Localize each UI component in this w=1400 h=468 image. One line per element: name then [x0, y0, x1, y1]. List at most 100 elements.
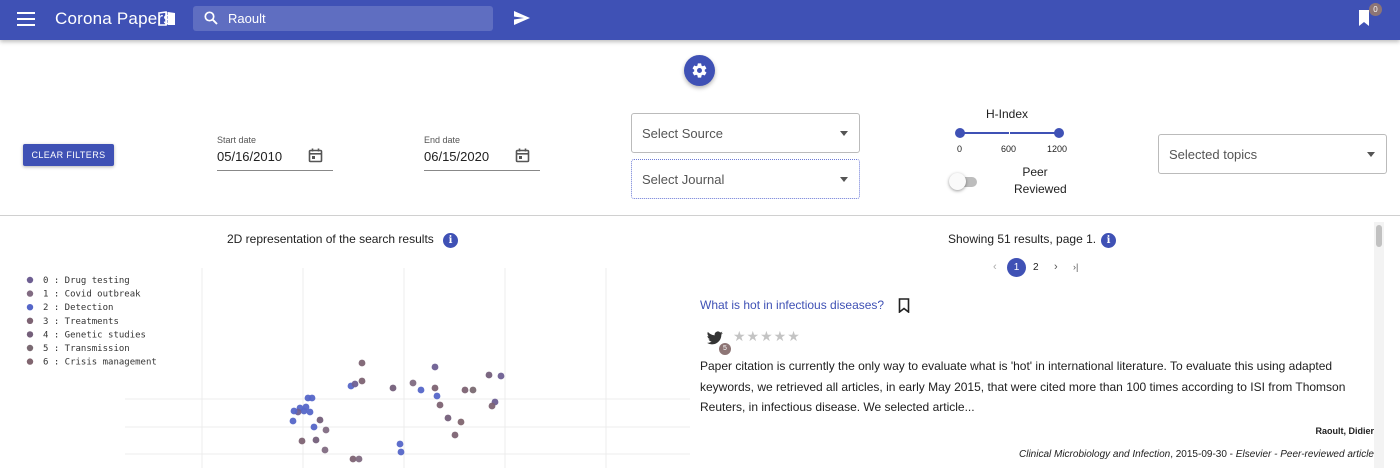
scatter-point[interactable]	[397, 448, 405, 456]
send-icon[interactable]	[513, 10, 531, 26]
legend-marker	[26, 358, 34, 365]
peer-label-line1: Peer	[1022, 165, 1048, 179]
scatter-point[interactable]	[316, 416, 324, 424]
legend-marker	[26, 317, 34, 324]
tweet-count-badge: 5	[719, 343, 731, 355]
scatter-point[interactable]	[322, 426, 330, 434]
hindex-min-handle[interactable]	[955, 128, 965, 138]
scatter-chart[interactable]: 0 : Drug testing 1 : Covid outbreak 2 : De…	[0, 262, 690, 468]
legend-label: 1 : Covid outbreak	[43, 290, 141, 300]
dropdown-arrow-icon	[1367, 152, 1375, 157]
topics-select[interactable]: Selected topics	[1158, 134, 1387, 174]
scatter-point[interactable]	[321, 446, 329, 454]
chart-title: 2D representation of the search results	[227, 232, 434, 246]
peer-reviewed-label: Peer Reviewed	[1014, 164, 1067, 198]
start-date-value: 05/16/2010	[217, 149, 283, 164]
scatter-point[interactable]	[308, 394, 316, 402]
calendar-icon[interactable]	[308, 148, 323, 163]
article-abstract: Paper citation is currently the only way…	[700, 359, 1346, 414]
legend-marker	[26, 276, 34, 284]
next-page-button[interactable]: ›	[1054, 261, 1058, 273]
results-info-icon[interactable]: i	[1101, 233, 1116, 248]
results-scrollbar[interactable]	[1374, 222, 1384, 468]
end-date-field[interactable]: End date 06/15/2020	[424, 135, 540, 171]
scatter-point[interactable]	[431, 384, 439, 392]
scatter-point[interactable]	[444, 414, 452, 422]
scatter-point[interactable]	[396, 440, 404, 448]
settings-button[interactable]	[684, 55, 715, 86]
clear-filters-button[interactable]: CLEAR FILTERS	[23, 144, 114, 166]
book-icon	[158, 11, 175, 26]
scatter-point[interactable]	[389, 384, 397, 392]
peer-label-line2: Reviewed	[1014, 182, 1067, 196]
menu-icon[interactable]	[17, 12, 35, 26]
calendar-icon[interactable]	[515, 148, 530, 163]
journal-select-placeholder: Select Journal	[642, 172, 725, 187]
scatter-point[interactable]	[290, 407, 298, 415]
scatter-point[interactable]	[306, 408, 314, 416]
article-source: Clinical Microbiology and Infection, 201…	[1019, 449, 1374, 460]
end-date-value: 06/15/2020	[424, 149, 490, 164]
scatter-point[interactable]	[358, 359, 366, 367]
last-page-button[interactable]: ›|	[1073, 262, 1078, 272]
dropdown-arrow-icon	[840, 131, 848, 136]
topics-select-placeholder: Selected topics	[1169, 147, 1258, 162]
dropdown-arrow-icon	[840, 177, 848, 182]
source-select-placeholder: Select Source	[642, 126, 723, 141]
prev-page-button[interactable]: ‹	[993, 261, 997, 273]
scatter-point[interactable]	[485, 371, 493, 379]
hindex-tick-min: 0	[957, 144, 963, 154]
results-scrollbar-thumb[interactable]	[1376, 225, 1382, 247]
chart-info-icon[interactable]: i	[443, 233, 458, 248]
hindex-tick-mid: 600	[1001, 144, 1017, 154]
scatter-point[interactable]	[355, 455, 363, 463]
source-select[interactable]: Select Source	[631, 113, 860, 153]
scatter-point[interactable]	[436, 401, 444, 409]
peer-reviewed-toggle-thumb[interactable]	[949, 173, 966, 190]
app-bar: Corona Papers 0	[0, 0, 1400, 40]
legend-marker	[26, 331, 34, 338]
start-date-label: Start date	[217, 135, 257, 145]
legend-label: 3 : Treatments	[43, 317, 119, 327]
scatter-point[interactable]	[358, 377, 366, 385]
search-icon	[204, 11, 218, 25]
start-date-field[interactable]: Start date 05/16/2010	[217, 135, 333, 171]
journal-select[interactable]: Select Journal	[631, 159, 860, 199]
pagination: ‹ 1 2 › ›|	[988, 258, 1088, 278]
scatter-point[interactable]	[417, 386, 425, 394]
legend-marker	[26, 304, 34, 311]
scatter-point[interactable]	[409, 379, 417, 387]
scatter-point[interactable]	[289, 417, 297, 425]
scatter-point[interactable]	[433, 392, 441, 400]
bookmark-outline-icon[interactable]	[898, 298, 910, 313]
page-1-button[interactable]: 1	[1007, 258, 1026, 277]
article-author: Raoult, Didier	[1315, 426, 1374, 436]
scatter-point[interactable]	[457, 418, 465, 426]
filters-divider	[0, 215, 1400, 216]
search-input[interactable]	[228, 9, 483, 28]
legend-label: 4 : Genetic studies	[43, 330, 146, 340]
legend-marker	[26, 290, 34, 297]
scatter-point[interactable]	[461, 386, 469, 394]
scatter-point[interactable]	[310, 423, 318, 431]
article-title-link[interactable]: What is hot in infectious diseases?	[700, 298, 884, 312]
scatter-point[interactable]	[312, 436, 320, 444]
rating-stars[interactable]: ★★★★★	[733, 328, 801, 345]
results-count: Showing 51 results, page 1.	[948, 232, 1097, 246]
scatter-point[interactable]	[431, 363, 439, 371]
scatter-point[interactable]	[469, 386, 477, 394]
legend-label: 0 : Drug testing	[43, 276, 130, 286]
article-publisher: Elsevier - Peer-reviewed article	[1235, 449, 1374, 460]
hindex-max-handle[interactable]	[1054, 128, 1064, 138]
scatter-point[interactable]	[497, 372, 505, 380]
scatter-point[interactable]	[298, 437, 306, 445]
legend-label: 2 : Detection	[43, 303, 113, 313]
hindex-slider-mark	[1009, 130, 1010, 135]
scatter-point[interactable]	[351, 380, 359, 388]
app-title: Corona Papers	[55, 9, 172, 28]
hindex-tick-max: 1200	[1047, 144, 1068, 154]
page-2-button[interactable]: 2	[1033, 262, 1039, 273]
scatter-point[interactable]	[451, 431, 459, 439]
scatter-point[interactable]	[488, 402, 496, 410]
scatter-point[interactable]	[349, 455, 357, 463]
